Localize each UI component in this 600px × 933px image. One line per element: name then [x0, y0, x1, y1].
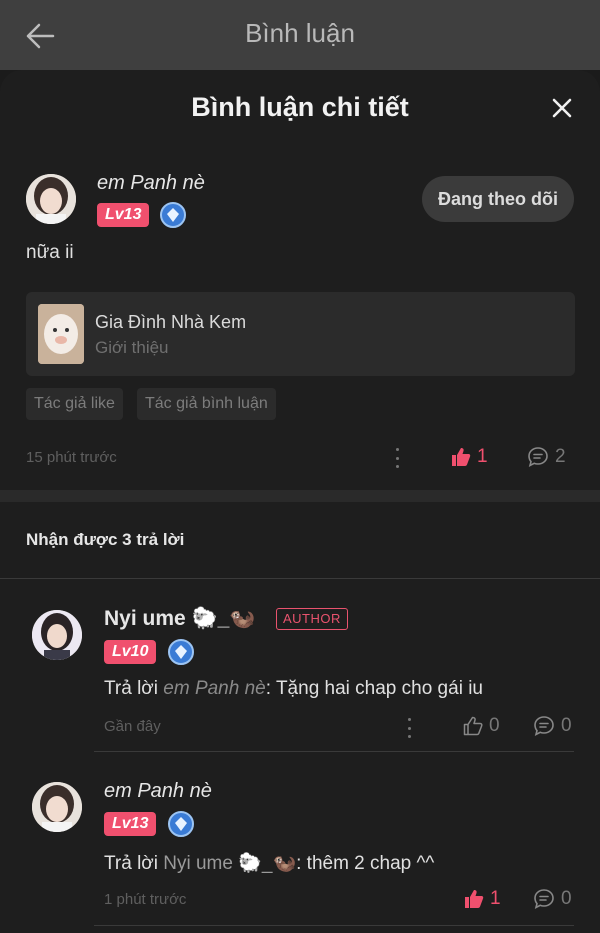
book-card[interactable]: Gia Đình Nhà Kem Giới thiệu [26, 292, 575, 376]
level-badge: Lv10 [104, 640, 157, 664]
divider [94, 925, 574, 926]
book-subtitle: Giới thiệu [95, 338, 169, 357]
like-button[interactable]: 1 [464, 888, 501, 910]
tag-author-comment: Tác giả bình luận [137, 388, 276, 420]
tag-author-like: Tác giả like [26, 388, 123, 420]
gem-icon [160, 202, 186, 228]
like-count: 1 [490, 888, 501, 909]
thumbs-up-icon [465, 890, 484, 908]
sheet-title: Bình luận chi tiết [191, 92, 409, 122]
comment-text: nữa ii [26, 242, 74, 263]
more-options-icon[interactable] [394, 448, 400, 468]
like-count: 1 [477, 446, 488, 467]
avatar[interactable] [32, 782, 82, 832]
reply-time: 1 phút trước [104, 891, 187, 908]
page-title: Bình luận [245, 18, 355, 48]
comment-detail-sheet: Bình luận chi tiết em Panh nè Lv13 Đang … [0, 70, 600, 933]
reply-text: Trả lời Nyi ume 🐑_🦦: thêm 2 chap ^^ [104, 853, 435, 874]
reply-to-name[interactable]: em Panh nè [163, 678, 265, 699]
top-bar: Bình luận [0, 0, 600, 70]
replies-header: Nhận được 3 trả lời [26, 530, 185, 549]
comment-bubble-icon [534, 716, 554, 737]
thumbs-up-outline-icon [463, 716, 483, 736]
level-badge: Lv13 [104, 812, 157, 836]
reply-author-name[interactable]: Nyi ume 🐑_🦦 [104, 607, 256, 631]
comment-count: 2 [555, 446, 566, 467]
comment-author-name[interactable]: em Panh nè [97, 172, 205, 195]
gem-icon [168, 639, 194, 665]
more-options-icon[interactable] [406, 718, 412, 738]
divider [0, 578, 600, 579]
avatar[interactable] [32, 610, 82, 660]
like-button[interactable]: 1 [451, 446, 488, 468]
divider [94, 751, 574, 752]
like-button[interactable]: 0 [463, 715, 500, 737]
section-divider [0, 490, 600, 502]
comment-button[interactable]: 0 [533, 715, 572, 737]
comment-count: 0 [561, 888, 572, 909]
comment-bubble-icon [534, 889, 554, 910]
close-icon[interactable] [548, 94, 576, 122]
gem-icon [168, 811, 194, 837]
thumbs-up-icon [452, 448, 471, 466]
reply-to-name[interactable]: Nyi ume 🐑_🦦 [163, 853, 296, 874]
comment-bubble-icon [528, 447, 548, 468]
level-badge: Lv13 [97, 203, 150, 227]
comment-count: 0 [561, 715, 572, 736]
reply-time: Gần đây [104, 718, 161, 735]
reply-author-name[interactable]: em Panh nè [104, 780, 212, 803]
like-count: 0 [489, 715, 500, 736]
avatar[interactable] [26, 174, 76, 224]
comment-time: 15 phút trước [26, 449, 117, 466]
comment-button[interactable]: 0 [533, 888, 572, 910]
book-title: Gia Đình Nhà Kem [95, 312, 247, 332]
following-button[interactable]: Đang theo dõi [422, 176, 574, 222]
book-cover-image [38, 304, 84, 364]
author-badge: AUTHOR [276, 608, 348, 630]
reply-text: Trả lời em Panh nè: Tặng hai chap cho gá… [104, 678, 483, 699]
comment-button[interactable]: 2 [527, 446, 566, 468]
